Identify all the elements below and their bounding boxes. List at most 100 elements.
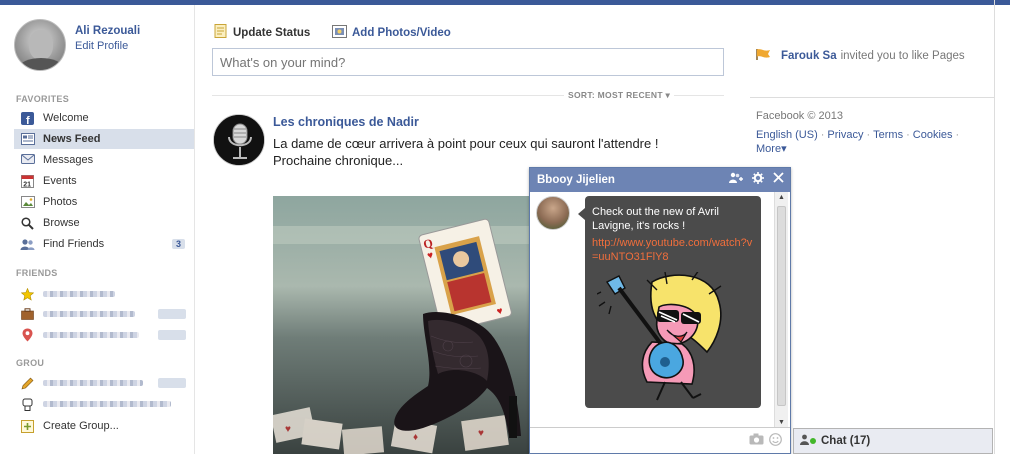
favorites-heading: FAVORITES — [16, 94, 70, 104]
notification-actor[interactable]: Farouk Sa — [781, 50, 837, 62]
sidebar-item-label: Browse — [43, 217, 80, 229]
svg-text:♦: ♦ — [413, 432, 418, 443]
create-group-label: Create Group... — [43, 420, 119, 432]
friend-list-item[interactable] — [14, 325, 194, 345]
friend-list-item[interactable] — [14, 284, 194, 304]
chat-message-input[interactable] — [530, 427, 790, 453]
chat-sidebar-tab[interactable]: Chat (17) — [793, 428, 993, 454]
friends-heading: FRIENDS — [16, 268, 58, 278]
svg-text:♥: ♥ — [285, 424, 291, 435]
queen-card-and-heel-image: ♥ ♦ ♥ Q ♥ ♥ — [273, 196, 530, 454]
chat-user-icon — [800, 434, 809, 448]
redacted-text — [43, 332, 139, 338]
emoticon-icon[interactable] — [769, 433, 782, 449]
edit-profile-link[interactable]: Edit Profile — [75, 40, 128, 52]
add-photos-tab[interactable]: Add Photos/Video — [332, 24, 451, 41]
close-icon[interactable] — [773, 172, 784, 187]
post-message: La dame de cœur arrivera à point pour ce… — [273, 135, 673, 169]
add-photos-label: Add Photos/Video — [352, 26, 451, 39]
sidebar-item-label: Events — [43, 175, 77, 187]
group-list-item[interactable] — [14, 394, 194, 414]
avril-lavigne-sticker — [597, 272, 722, 401]
chat-contact-avatar[interactable] — [536, 196, 570, 230]
chat-message-link[interactable]: http://www.youtube.com/watch?v=uuNTO31Fl… — [592, 236, 754, 264]
right-divider — [750, 97, 995, 98]
profile-avatar[interactable] — [14, 19, 66, 71]
avatar-face — [29, 30, 53, 60]
sidebar-item-find-friends[interactable]: Find Friends 3 — [14, 234, 194, 254]
flag-icon — [756, 48, 771, 64]
update-status-tab[interactable]: Update Status — [214, 24, 310, 41]
post-text-line: La dame de cœur arrivera à point pour ce… — [273, 136, 659, 151]
post-author-avatar[interactable] — [213, 114, 265, 166]
gear-icon[interactable] — [752, 172, 764, 187]
sidebar-item-label: Messages — [43, 154, 94, 166]
chat-window: Bbooy Jijelien Check out the new of Avri… — [529, 167, 791, 454]
friend-list-item[interactable] — [14, 304, 194, 324]
svg-text:f: f — [26, 115, 30, 125]
update-status-label: Update Status — [233, 26, 311, 39]
sidebar-item-photos[interactable]: Photos — [14, 192, 194, 212]
redacted-text — [43, 311, 135, 317]
group-list-item[interactable] — [14, 373, 194, 393]
sidebar-item-messages[interactable]: Messages — [14, 150, 194, 170]
news-feed-icon — [20, 132, 35, 146]
location-pin-icon — [20, 328, 35, 342]
scroll-up-arrow-icon[interactable]: ▲ — [778, 194, 785, 201]
status-input[interactable] — [212, 48, 724, 76]
svg-text:21: 21 — [23, 181, 31, 188]
sidebar-item-label: Photos — [43, 196, 78, 208]
footer-link-terms[interactable]: Terms — [873, 129, 903, 141]
chevron-down-icon: ▾ — [781, 143, 787, 155]
microphone-icon — [214, 115, 264, 165]
sort-label: SORT: MOST RECENT — [568, 90, 663, 100]
footer-links: English (US) · Privacy · Terms · Cookies · More… — [756, 129, 960, 155]
sidebar-item-browse[interactable]: Browse — [14, 213, 194, 233]
redacted-badge — [158, 309, 186, 319]
post-photo[interactable]: ♥ ♦ ♥ Q ♥ ♥ — [273, 196, 530, 454]
post-author-link[interactable]: Les chroniques de Nadir — [273, 115, 419, 129]
redacted-text — [43, 380, 143, 386]
friends-icon — [20, 237, 35, 251]
chat-header[interactable]: Bbooy Jijelien — [530, 168, 790, 192]
page-invite-notification[interactable]: Farouk Sa invited you to like Pages — [756, 48, 965, 64]
chat-bar-count: (17) — [849, 435, 871, 447]
redacted-text — [43, 401, 171, 407]
footer-more-link[interactable]: More▾ — [756, 143, 787, 155]
camera-icon[interactable] — [749, 433, 764, 448]
right-column-border — [994, 0, 995, 454]
avatar-shoulders — [19, 58, 63, 70]
sidebar-item-label: Welcome — [43, 112, 89, 124]
sort-dropdown[interactable]: SORT: MOST RECENT ▾ — [564, 90, 675, 101]
scroll-down-arrow-icon[interactable]: ▼ — [778, 419, 785, 426]
profile-name[interactable]: Ali Rezouali — [75, 25, 140, 37]
groups-heading: GROU — [16, 358, 45, 368]
star-icon — [20, 287, 35, 301]
add-friend-to-chat-icon[interactable] — [729, 172, 743, 187]
messages-icon — [20, 153, 35, 167]
sidebar-item-events[interactable]: 21 Events — [14, 171, 194, 191]
footer-copyright: Facebook © 2013 — [756, 110, 843, 122]
facebook-icon: f — [20, 111, 35, 125]
status-note-icon — [214, 24, 228, 41]
footer-more-label: More — [756, 143, 782, 155]
redacted-badge — [158, 330, 186, 340]
chat-message-text: Check out the new of Avril Lavigne, it's… — [592, 206, 719, 232]
create-group-link[interactable]: Create Group... — [14, 416, 194, 436]
footer-link-language[interactable]: English (US) — [756, 129, 818, 141]
sidebar-item-news-feed[interactable]: News Feed — [14, 129, 194, 149]
chevron-down-icon: ▾ — [665, 90, 671, 100]
chat-scrollbar[interactable]: ▲ ▼ — [774, 192, 788, 428]
scrollbar-thumb[interactable] — [777, 206, 786, 406]
photo-video-icon — [332, 24, 347, 41]
create-group-icon — [20, 419, 35, 433]
redacted-text — [43, 291, 115, 297]
footer-link-privacy[interactable]: Privacy — [827, 129, 863, 141]
chat-bar-label: Chat — [821, 435, 847, 447]
footer-link-cookies[interactable]: Cookies — [913, 129, 953, 141]
sidebar-item-welcome[interactable]: f Welcome — [14, 108, 194, 128]
sidebar-item-label: Find Friends — [43, 238, 105, 250]
pencil-icon — [20, 376, 35, 390]
chat-contact-name[interactable]: Bbooy Jijelien — [537, 174, 615, 186]
svg-text:♥: ♥ — [478, 428, 484, 439]
